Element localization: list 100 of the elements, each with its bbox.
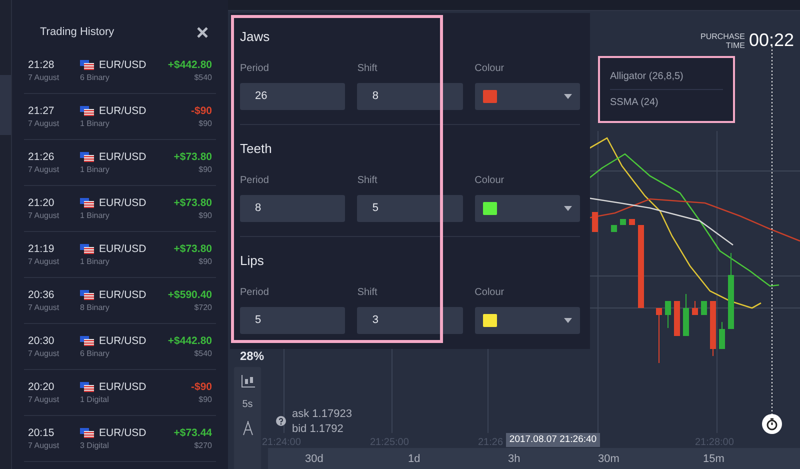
currency-pair: EUR/USD	[99, 334, 146, 348]
candle	[674, 301, 680, 336]
currency-pair: EUR/USD	[99, 380, 146, 394]
currency-pair: EUR/USD	[99, 104, 146, 118]
trade-deal: 6 Binary	[80, 72, 110, 82]
field-label: Shift	[357, 174, 378, 188]
trade-time: 21:19	[28, 242, 56, 256]
flag-icon	[80, 382, 94, 392]
trade-profit: -$90	[190, 104, 212, 118]
flag-icon	[80, 106, 94, 116]
trade-time: 21:20	[28, 196, 56, 210]
trade-deal: 3 Digital	[80, 440, 110, 450]
trade-amount: $720	[194, 302, 212, 312]
flag-icon	[80, 428, 94, 438]
candle	[656, 308, 662, 364]
trade-date: 7 August	[28, 164, 60, 174]
trade-time: 20:20	[28, 380, 56, 394]
period-button[interactable]: 3h	[508, 451, 520, 468]
currency-pair: EUR/USD	[99, 58, 146, 72]
candle	[611, 225, 617, 232]
currency-pair: EUR/USD	[99, 288, 146, 302]
ask-price: ask 1.17923	[292, 407, 352, 422]
purchase-label: TIME	[726, 40, 745, 50]
candle	[592, 212, 598, 232]
trade-time: 21:27	[28, 104, 56, 118]
flag-icon	[80, 244, 94, 254]
compass-icon[interactable]	[242, 421, 254, 436]
trade-deal: 1 Binary	[80, 256, 110, 266]
field-label: Period	[240, 286, 270, 300]
trade-profit: +$73.44	[174, 426, 212, 440]
purchase-label: PURCHASE	[700, 32, 745, 40]
field-label: Colour	[474, 62, 506, 76]
candle	[692, 300, 698, 316]
flag-icon	[80, 60, 94, 70]
percent-label: 28%	[240, 348, 264, 365]
input-field[interactable]: 5	[240, 306, 346, 334]
trade-amount: $90	[198, 118, 212, 128]
candles-icon[interactable]	[240, 375, 254, 388]
candle	[683, 294, 689, 336]
period-button[interactable]: 1d	[408, 451, 420, 468]
flag-icon	[80, 152, 94, 162]
interval-button[interactable]: 5s	[242, 397, 253, 412]
caret-icon	[564, 94, 572, 98]
trade-date: 7 August	[28, 302, 60, 312]
trade-time: 20:36	[28, 288, 56, 302]
bid-price: bid 1.1792	[292, 422, 344, 437]
trade-date: 7 August	[28, 118, 60, 128]
purchase-timer: 00:22	[748, 29, 794, 52]
currency-pair: EUR/USD	[99, 242, 146, 256]
input-field[interactable]: 8	[357, 82, 463, 110]
trade-time: 20:15	[28, 426, 56, 440]
trade-amount: $540	[194, 348, 212, 358]
input-field[interactable]: 3	[357, 306, 463, 334]
caret-icon	[564, 206, 572, 211]
input-field[interactable]: 5	[357, 194, 463, 222]
trade-profit: +$73.80	[174, 196, 212, 210]
trade-deal: 1 Digital	[80, 394, 110, 404]
currency-pair: EUR/USD	[99, 196, 146, 210]
period-button[interactable]: 30d	[305, 451, 324, 468]
candle	[665, 300, 671, 328]
trade-profit: +$590.40	[168, 288, 212, 302]
flag-icon	[80, 198, 94, 208]
flag-icon	[80, 290, 94, 300]
candle	[719, 322, 725, 350]
indicator-item[interactable]: SSMA (24)	[610, 90, 723, 115]
section-title: Lips	[240, 252, 265, 270]
input-field[interactable]: 8	[240, 194, 346, 222]
colour-dropdown[interactable]	[474, 194, 580, 222]
field-label: Shift	[357, 286, 378, 300]
input-field[interactable]: 26	[240, 82, 346, 110]
trade-deal: 1 Binary	[80, 164, 110, 174]
trade-profit: +$73.80	[174, 150, 212, 164]
trade-deal: 8 Binary	[80, 302, 110, 312]
trade-deal: 6 Binary	[80, 348, 110, 358]
indicator-item[interactable]: Alligator (26,8,5)	[610, 64, 723, 90]
close-icon[interactable]	[197, 26, 208, 38]
section-title: Teeth	[240, 140, 273, 158]
trade-profit: +$442.80	[168, 334, 212, 348]
colour-dropdown[interactable]	[474, 306, 580, 334]
trade-amount: $90	[198, 164, 212, 174]
candle	[701, 301, 707, 315]
flag-icon	[80, 336, 94, 346]
period-button[interactable]: 15m	[703, 451, 724, 468]
field-label: Period	[240, 62, 270, 76]
trade-time: 21:26	[28, 150, 56, 164]
trade-amount: $90	[198, 210, 212, 220]
help-icon[interactable]	[276, 416, 286, 426]
panel-title: Trading History	[40, 24, 114, 40]
candle	[629, 219, 635, 225]
trade-amount: $540	[194, 72, 212, 82]
trade-date: 7 August	[28, 256, 60, 266]
trade-amount: $90	[198, 256, 212, 266]
trade-date: 7 August	[28, 348, 60, 358]
trade-time: 21:28	[28, 58, 56, 72]
period-button[interactable]: 30m	[598, 451, 620, 468]
trade-date: 7 August	[28, 394, 60, 404]
field-label: Colour	[474, 174, 506, 188]
trade-deal: 1 Binary	[80, 118, 110, 128]
candle	[710, 300, 716, 356]
stopwatch-icon[interactable]	[762, 414, 782, 434]
